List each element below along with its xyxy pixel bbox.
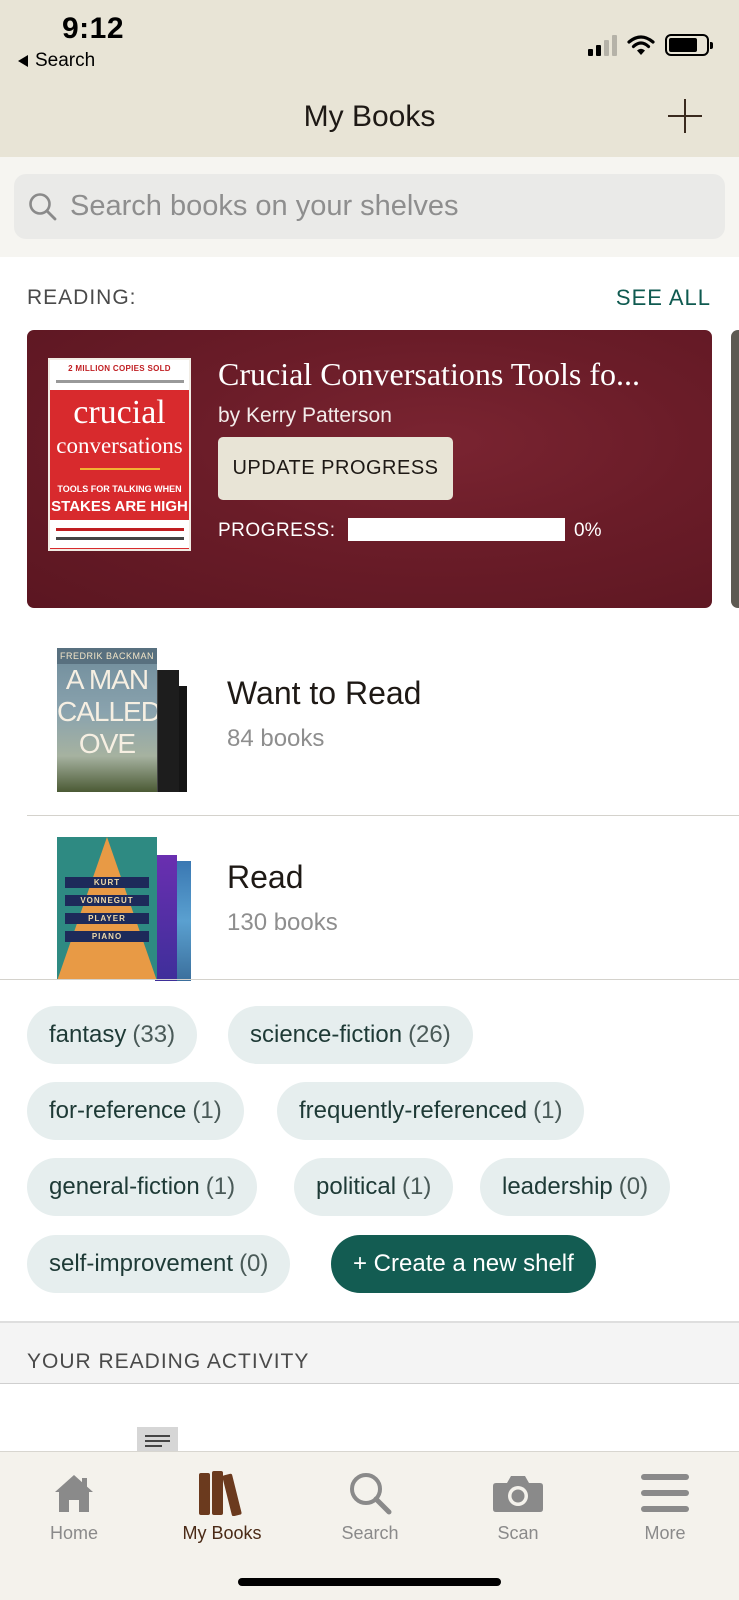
battery-icon [665,34,713,56]
cover-subtitle-line2: STAKES ARE HIGH [51,498,188,515]
progress-label: PROGRESS: [218,520,336,541]
search-input[interactable] [70,190,690,223]
cover-title: A MAN CALLED OVE [57,664,157,759]
tag-political[interactable]: political (1) [294,1158,454,1216]
tag-name: leadership [502,1173,613,1200]
book-author: by Kerry Patterson [218,404,392,427]
signal-icon [588,34,617,56]
tab-home[interactable]: Home [0,1452,148,1552]
tab-more[interactable]: More [591,1452,739,1552]
tag-general-fiction[interactable]: general-fiction (1) [27,1158,258,1216]
shelf-count: 84 books [227,725,325,752]
update-progress-button[interactable]: UPDATE PROGRESS [218,437,453,500]
next-reading-card-peek[interactable] [731,330,739,608]
tag-name: frequently-referenced [299,1097,528,1124]
camera-icon [493,1476,543,1512]
tag-name: science-fiction [250,1021,403,1048]
tab-label: Scan [497,1523,539,1543]
tab-label: Search [341,1523,399,1543]
search-icon [29,192,57,220]
tag-count: (33) [132,1021,176,1048]
search-bar-area [0,157,739,257]
tag-count: (26) [408,1021,451,1048]
back-link-label: Search [35,50,96,71]
cover-subtitle-line1: TOOLS FOR TALKING WHEN [57,484,182,494]
shelf-name: Want to Read [227,675,422,711]
menu-icon [641,1474,689,1512]
book-cover: FREDRIK BACKMAN A MAN CALLED OVE [57,648,157,792]
reading-activity-label: YOUR READING ACTIVITY [27,1350,310,1373]
search-icon [350,1473,392,1515]
tab-label: Home [49,1523,98,1543]
tag-self-improvement[interactable]: self-improvement (0) [27,1235,291,1293]
tag-name: fantasy [49,1021,127,1048]
cover-line2: VONNEGUT [65,895,149,906]
shelf-name: Read [227,859,304,895]
tag-fantasy[interactable]: fantasy (33) [27,1006,198,1064]
page-title: My Books [303,100,436,133]
search-box[interactable] [14,174,725,239]
tag-count: (1) [192,1097,222,1124]
top-header: 9:12 Search My Books [0,0,739,157]
tag-name: political [316,1173,397,1200]
tag-count: (1) [402,1173,432,1200]
tag-count: (1) [533,1097,563,1124]
book-title[interactable]: Crucial Conversations Tools fo... [218,356,693,393]
progress-value: 0% [574,520,602,541]
books-icon [199,1471,242,1516]
status-icons [588,32,713,56]
add-button[interactable] [668,99,702,133]
tab-label: My Books [182,1523,262,1543]
tag-frequently-referenced[interactable]: frequently-referenced (1) [277,1082,585,1140]
cover-banner: 2 MILLION COPIES SOLD [68,364,171,373]
tag-science-fiction[interactable]: science-fiction (26) [228,1006,473,1064]
back-to-search-link[interactable]: Search [18,50,95,72]
notes-icon[interactable] [137,1427,178,1452]
shelf-want-to-read[interactable]: FREDRIK BACKMAN A MAN CALLED OVE Want to… [0,630,739,816]
status-time: 9:12 [62,12,125,45]
tab-label: More [644,1523,686,1543]
tag-leadership[interactable]: leadership (0) [480,1158,671,1216]
see-all-link[interactable]: SEE ALL [616,285,711,311]
tab-my-books[interactable]: My Books [148,1452,296,1552]
tag-count: (0) [239,1250,269,1277]
wifi-icon [627,35,655,55]
currently-reading-card[interactable]: 2 MILLION COPIES SOLD crucial conversati… [27,330,712,608]
tab-scan[interactable]: Scan [444,1452,592,1552]
shelf-read[interactable]: KURT VONNEGUT PLAYER PIANO Read 130 book… [0,816,739,981]
tab-search[interactable]: Search [296,1452,444,1552]
cover-line1: KURT [65,877,149,888]
cover-title-line2: conversations [56,433,183,458]
home-icon [55,1475,93,1512]
tag-count: (0) [618,1173,649,1200]
reading-section-label: READING: [27,286,137,309]
divider [0,979,739,980]
tag-name: for-reference [49,1097,187,1124]
shelf-covers: KURT VONNEGUT PLAYER PIANO [57,837,202,981]
create-new-shelf-button[interactable]: + Create a new shelf [331,1235,596,1293]
progress-bar [348,518,565,541]
cover-line3: PLAYER [65,913,149,924]
tag-for-reference[interactable]: for-reference (1) [27,1082,244,1140]
cover-title-line1: crucial [73,394,166,431]
shelf-count: 130 books [227,909,338,936]
book-cover[interactable]: 2 MILLION COPIES SOLD crucial conversati… [48,358,191,551]
tag-name: general-fiction [49,1173,200,1200]
home-indicator [238,1578,501,1586]
shelf-covers: FREDRIK BACKMAN A MAN CALLED OVE [57,648,202,792]
cover-line4: PIANO [65,931,149,942]
back-arrow-icon [18,55,28,67]
tag-name: self-improvement [49,1250,234,1277]
book-cover: KURT VONNEGUT PLAYER PIANO [57,837,157,980]
cover-author: FREDRIK BACKMAN [57,648,157,664]
tag-count: (1) [205,1173,236,1200]
